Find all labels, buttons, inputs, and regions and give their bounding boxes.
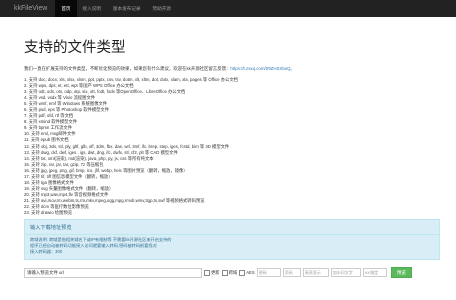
preview-form: 请输入预览文件 url 更新 跨域 AES 密码 页码 高亮显示 加水印文字 K…	[24, 267, 432, 279]
preview-button[interactable]: 预览	[390, 267, 412, 279]
cross-domain-label: 跨域	[228, 269, 238, 275]
nav-item-integration[interactable]: 接入说明	[77, 0, 107, 17]
aes-checkbox[interactable]	[239, 269, 246, 276]
nav-item-release-notes[interactable]: 版本发布记录	[107, 0, 147, 17]
option-refresh[interactable]: 更新	[204, 269, 220, 276]
intro-text: 我们一直在扩展支持的文件类型，不断优化预览的效果，如果您有什么建议，欢迎在kk开…	[24, 66, 432, 72]
option-aes[interactable]: AES	[239, 269, 255, 276]
refresh-label: 更新	[211, 269, 220, 275]
aes-label: AES	[246, 270, 255, 276]
url-input[interactable]: 请输入预览文件 url	[24, 267, 202, 278]
list-item: 23. 支持 drawio 绘图预览	[24, 210, 72, 216]
panel-body: 跨域说明: 跨域是指相关域名下或IP有限制等 不需要kk开源社区来开启支持的 程…	[25, 235, 439, 260]
refresh-checkbox[interactable]	[204, 269, 210, 276]
nav-item-sponsor[interactable]: 赞助开源	[147, 0, 177, 17]
intro-description: 我们一直在扩展支持的文件类型，不断优化预览的效果，如果您有什么建议，欢迎在kk开…	[24, 66, 231, 71]
cross-domain-checkbox[interactable]	[221, 269, 228, 276]
supported-types-list: 1. 支持 doc, docx, xls, xlsx, xlsm, ppt, p…	[24, 77, 432, 216]
community-link[interactable]: https://t.zsxq.com/09ZHSXbsQ。	[230, 66, 294, 71]
navbar-brand[interactable]: kkFileView	[0, 5, 55, 12]
panel-line: 接入转码器：300	[30, 249, 63, 255]
panel-heading: 输入下载地址预览	[25, 220, 439, 236]
option-cross-domain[interactable]: 跨域	[221, 269, 238, 276]
page-input[interactable]: 页码	[282, 268, 301, 278]
highlight-input[interactable]: 高亮显示	[302, 268, 329, 278]
page-title: 支持的文件类型	[24, 40, 126, 56]
main-container: 支持的文件类型 我们一直在扩展支持的文件类型，不断优化预览的效果，如果您有什么建…	[0, 40, 456, 279]
kk-specify-input[interactable]: KK指定	[362, 268, 387, 278]
url-preview-panel: 输入下载地址预览 跨域说明: 跨域是指相关域名下或IP有限制等 不需要kk开源社…	[24, 219, 440, 261]
top-navbar: kkFileView 首页 接入说明 版本发布记录 赞助开源	[0, 0, 456, 17]
password-input[interactable]: 密码	[256, 268, 281, 278]
nav-item-home[interactable]: 首页	[55, 0, 77, 17]
watermark-input[interactable]: 加水印文字	[330, 268, 361, 278]
